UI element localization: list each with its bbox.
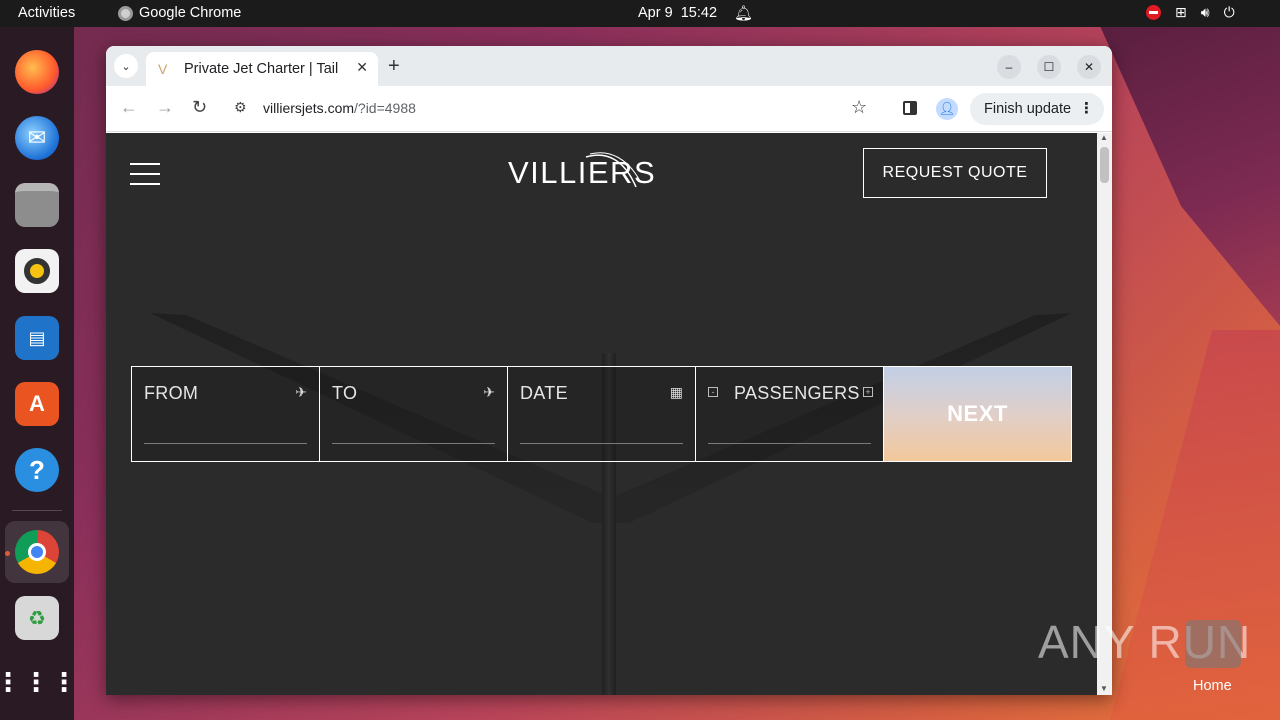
- thunderbird-icon: ✉: [15, 116, 59, 160]
- passengers-label: PASSENGERS: [734, 383, 860, 403]
- date-text: Apr 9: [638, 5, 673, 21]
- dock-help[interactable]: ?: [12, 445, 62, 495]
- rhythmbox-icon: [15, 249, 59, 293]
- browser-toolbar: ← → ↻ ⚙ villiersjets.com/?id=4988 ☆ 👤︎ F…: [106, 86, 1112, 132]
- date-label: DATE: [520, 383, 568, 403]
- passengers-minus-icon[interactable]: -: [708, 387, 718, 397]
- address-bar[interactable]: ⚙ villiersjets.com/?id=4988: [228, 92, 888, 126]
- dock-thunderbird[interactable]: ✉: [12, 113, 62, 163]
- dock-files[interactable]: [12, 180, 62, 230]
- time-text: 15:42: [680, 5, 718, 21]
- running-indicator: [5, 551, 10, 556]
- to-field[interactable]: TO ✈: [319, 366, 507, 462]
- new-tab-button[interactable]: +: [388, 55, 400, 78]
- tab-strip: ⌄ V Private Jet Charter | Tail ✕ + – ☐ ✕: [106, 46, 1112, 86]
- libreoffice-impress-icon: ▤: [15, 316, 59, 360]
- site-info-icon[interactable]: ⚙: [234, 99, 247, 116]
- side-panel-icon[interactable]: [903, 101, 917, 115]
- browser-window: ⌄ V Private Jet Charter | Tail ✕ + – ☐ ✕…: [106, 46, 1112, 695]
- request-quote-button[interactable]: REQUEST QUOTE: [863, 148, 1047, 198]
- dock-app-center[interactable]: A: [12, 379, 62, 429]
- dock-trash[interactable]: ♻: [12, 593, 62, 643]
- scroll-down-icon[interactable]: ▼: [1100, 684, 1108, 693]
- page-viewport: VILLIERS REQUEST QUOTE FROM ✈ TO ✈ DATE …: [106, 133, 1097, 695]
- bookmark-star-icon[interactable]: ☆: [851, 97, 867, 118]
- scroll-up-icon[interactable]: ▲: [1100, 133, 1108, 142]
- finish-update-button[interactable]: Finish update ⋮: [970, 93, 1104, 125]
- dock-separator: [12, 510, 62, 511]
- dock-libreoffice-impress[interactable]: ▤: [12, 313, 62, 363]
- tab-active[interactable]: V Private Jet Charter | Tail ✕: [146, 52, 378, 86]
- from-label: FROM: [144, 383, 199, 403]
- page-scrollbar[interactable]: ▲ ▼: [1097, 133, 1112, 695]
- scrollbar-thumb[interactable]: [1100, 147, 1109, 183]
- tab-title: Private Jet Charter | Tail: [184, 61, 339, 77]
- forward-icon[interactable]: →: [156, 97, 174, 118]
- tab-close-icon[interactable]: ✕: [356, 59, 368, 76]
- url-path: /?id=4988: [354, 100, 416, 116]
- firefox-icon: [15, 50, 59, 94]
- passengers-field[interactable]: - PASSENGERS +: [695, 366, 883, 462]
- date-field[interactable]: DATE ▦: [507, 366, 695, 462]
- from-field[interactable]: FROM ✈: [131, 366, 319, 462]
- files-icon: [15, 183, 59, 227]
- finish-update-label: Finish update: [984, 101, 1072, 117]
- reload-icon[interactable]: ↻: [192, 97, 207, 118]
- flight-search-form: FROM ✈ TO ✈ DATE ▦ - PASSENGERS + NEXT: [131, 366, 1072, 462]
- network-icon: ⊞: [1175, 4, 1187, 20]
- url-text[interactable]: villiersjets.com/?id=4988: [263, 100, 416, 116]
- dock-rhythmbox[interactable]: [12, 246, 62, 296]
- do-not-disturb-icon: [1146, 5, 1161, 20]
- to-label: TO: [332, 383, 358, 403]
- clock[interactable]: Apr 9 15:42: [638, 5, 717, 21]
- minimize-button[interactable]: –: [997, 55, 1021, 79]
- dock: ✉ ▤ A ? ♻ ⋮⋮⋮: [0, 27, 79, 720]
- next-button[interactable]: NEXT: [883, 366, 1072, 462]
- desktop-wallpaper-shape: [1100, 26, 1280, 326]
- volume-icon: 🔊︎: [1200, 4, 1210, 20]
- chrome-icon: [15, 530, 59, 574]
- from-input-line[interactable]: [144, 443, 307, 444]
- calendar-icon: ▦: [669, 384, 683, 400]
- logo-swoosh-icon: [585, 152, 641, 188]
- show-apps-icon: ⋮⋮⋮: [0, 667, 79, 697]
- date-input-line[interactable]: [520, 443, 683, 444]
- dock-firefox[interactable]: [12, 47, 62, 97]
- close-window-button[interactable]: ✕: [1077, 55, 1101, 79]
- app-center-icon: A: [15, 382, 59, 426]
- chrome-icon: [118, 5, 133, 21]
- dock-chrome[interactable]: [12, 527, 62, 577]
- help-icon: ?: [15, 448, 59, 492]
- activities-button[interactable]: Activities: [18, 5, 75, 21]
- system-tray[interactable]: ⊞ 🔊︎ ⏻: [1146, 4, 1235, 21]
- takeoff-icon: ✈: [295, 384, 307, 400]
- to-input-line[interactable]: [332, 443, 495, 444]
- passengers-input-line[interactable]: [708, 443, 871, 444]
- dock-show-apps[interactable]: ⋮⋮⋮: [0, 657, 79, 707]
- notification-bell-icon[interactable]: 🔔︎: [734, 4, 753, 22]
- maximize-button[interactable]: ☐: [1037, 55, 1061, 79]
- tab-favicon: V: [158, 61, 168, 77]
- system-top-bar: Activities Google Chrome Apr 9 15:42 🔔︎ …: [0, 0, 1280, 27]
- trash-icon: ♻: [15, 596, 59, 640]
- chrome-menu-icon[interactable]: ⋮: [1079, 99, 1094, 117]
- home-folder-label: Home: [1193, 678, 1232, 694]
- power-icon: ⏻: [1223, 4, 1235, 20]
- hamburger-menu-icon[interactable]: [130, 163, 160, 185]
- passengers-plus-icon[interactable]: +: [863, 387, 873, 397]
- tab-search-button[interactable]: ⌄: [114, 54, 138, 78]
- profile-avatar-icon[interactable]: 👤︎: [936, 98, 958, 120]
- url-domain: villiersjets.com: [263, 100, 355, 116]
- app-menu[interactable]: Google Chrome: [118, 5, 241, 21]
- back-icon[interactable]: ←: [120, 97, 138, 118]
- home-folder-icon[interactable]: [1185, 620, 1241, 668]
- landing-icon: ✈: [483, 384, 495, 400]
- app-name: Google Chrome: [139, 5, 242, 21]
